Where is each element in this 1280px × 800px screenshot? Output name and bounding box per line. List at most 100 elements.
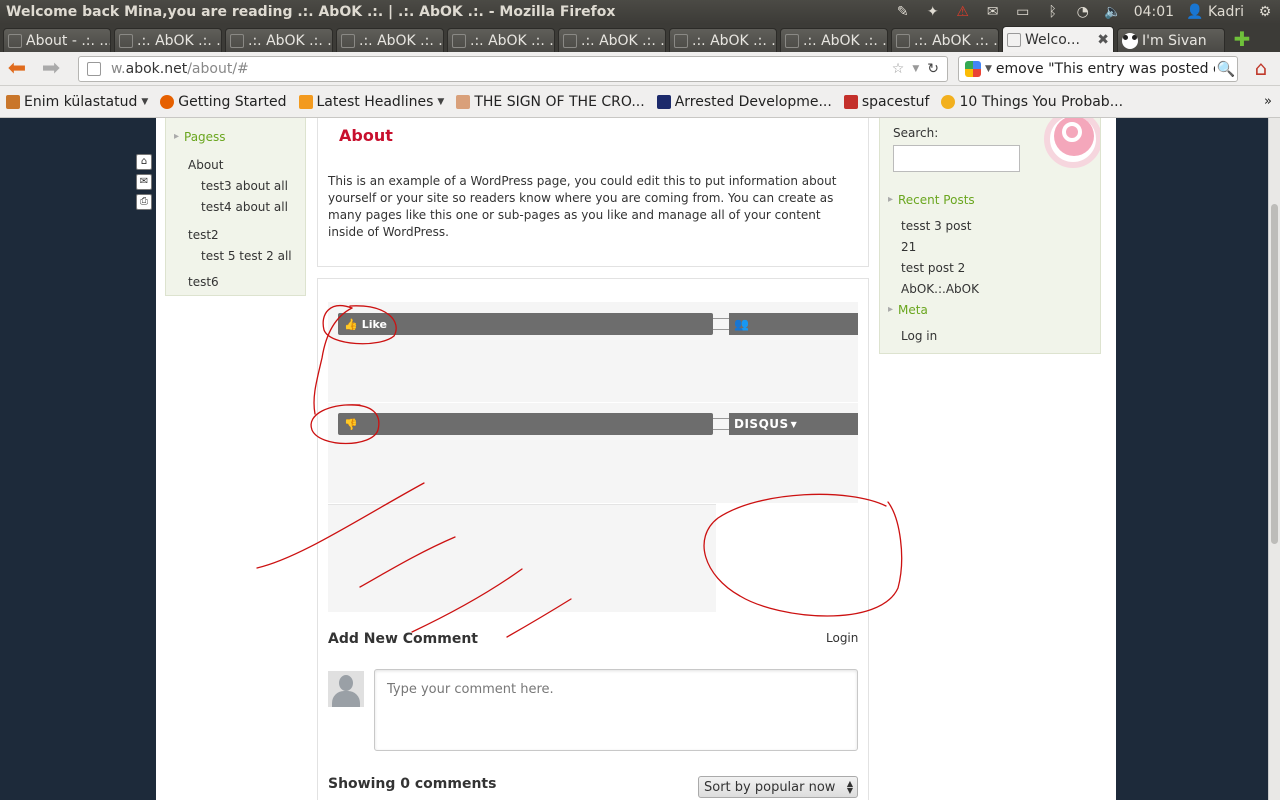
mail-icon[interactable]: ✉ bbox=[984, 4, 1002, 20]
bookmarks-overflow-button[interactable]: » bbox=[1264, 94, 1272, 109]
tab-label: .:. AbOK .:. ... bbox=[470, 32, 555, 49]
search-icon[interactable]: 🔍 bbox=[1215, 58, 1237, 80]
tab[interactable]: .:. AbOK .:. ... bbox=[447, 28, 555, 52]
community-button[interactable]: 👥 bbox=[729, 313, 858, 335]
magnifier-icon bbox=[1062, 122, 1082, 142]
page-icon bbox=[563, 33, 577, 48]
tab[interactable]: .:. AbOK .:. ... bbox=[780, 28, 888, 52]
url-prefix: w. bbox=[111, 61, 126, 77]
meta-heading: Meta bbox=[888, 303, 928, 317]
gear-icon[interactable]: ⚙ bbox=[1256, 4, 1274, 20]
url-path: /about/# bbox=[187, 61, 249, 77]
bookmark-item[interactable]: spacestuf bbox=[843, 94, 929, 110]
user-name: Kadri bbox=[1207, 4, 1244, 20]
scrollbar-thumb[interactable] bbox=[1271, 204, 1278, 544]
tab[interactable]: .:. AbOK .:. ... bbox=[558, 28, 666, 52]
site-identity-icon[interactable] bbox=[87, 62, 101, 76]
page-link-test6[interactable]: test6 bbox=[166, 275, 305, 289]
page-link-test2[interactable]: test2 bbox=[166, 228, 305, 242]
notes-icon[interactable]: ✎ bbox=[894, 4, 912, 20]
new-tab-button[interactable]: ✚ bbox=[1230, 27, 1254, 51]
tab-label: .:. AbOK .:. ... bbox=[692, 32, 777, 49]
bookmark-item[interactable]: Arrested Developme... bbox=[656, 93, 832, 110]
dislike-button[interactable]: 👎 bbox=[338, 413, 713, 435]
page-link-test4[interactable]: test4 about all bbox=[166, 200, 305, 214]
print-icon[interactable]: ⎙ bbox=[136, 194, 152, 210]
page-content: ⌂ ✉ ⎙ Pagess About test3 about all test4… bbox=[136, 118, 1116, 800]
home-icon[interactable]: ⌂ bbox=[136, 154, 152, 170]
tab[interactable]: About - .:. ... bbox=[3, 28, 111, 52]
volume-icon[interactable]: 🔈 bbox=[1104, 4, 1122, 20]
search-input[interactable]: emove "This entry was posted on" bbox=[996, 61, 1215, 77]
tab-strip: About - .:. ... .:. AbOK .:. ... .:. AbO… bbox=[0, 24, 1280, 52]
bluetooth-icon[interactable]: ᛒ bbox=[1044, 4, 1062, 20]
bookmark-label: Arrested Developme... bbox=[674, 93, 832, 110]
email-icon[interactable]: ✉ bbox=[136, 174, 152, 190]
thumbs-down-icon: 👎 bbox=[344, 417, 358, 431]
disqus-menu-button[interactable]: DISQUS ▼ bbox=[729, 413, 858, 435]
dropbox-icon[interactable]: ✦ bbox=[924, 4, 942, 20]
recent-post-link[interactable]: AbOK.:.AbOK bbox=[901, 282, 979, 296]
home-button[interactable]: ⌂ bbox=[1249, 56, 1273, 80]
page-icon bbox=[785, 33, 799, 48]
warning-icon[interactable]: ⚠ bbox=[954, 4, 972, 20]
login-link[interactable]: Log in bbox=[901, 329, 937, 343]
bookmark-item[interactable]: THE SIGN OF THE CRO... bbox=[456, 94, 645, 110]
page-icon bbox=[8, 33, 22, 48]
tab-active[interactable]: Welco... ✖ bbox=[1002, 26, 1114, 52]
window-title: Welcome back Mina,you are reading .:. Ab… bbox=[6, 4, 616, 20]
navigation-toolbar: ⬅ ➡ w.abok.net/about/# ☆ ▼ ↻ ▼ emove "Th… bbox=[0, 52, 1280, 86]
bookmark-item[interactable]: Enim külastatud ▼ bbox=[6, 94, 148, 110]
history-dropdown-icon[interactable]: ▼ bbox=[912, 64, 919, 74]
page-title: About bbox=[339, 126, 393, 145]
url-bar[interactable]: w.abok.net/about/# ☆ ▼ ↻ bbox=[78, 56, 948, 82]
tab[interactable]: .:. AbOK .:. ... bbox=[114, 28, 222, 52]
site-favicon bbox=[456, 94, 471, 109]
recent-post-link[interactable]: tesst 3 post bbox=[901, 219, 971, 233]
sidebar-search-input[interactable] bbox=[893, 145, 1020, 172]
firefox-icon bbox=[160, 94, 175, 109]
disqus-comments: 👍 Like 👥 👎 DISQUS ▼ Add New Comment Logi… bbox=[317, 278, 869, 800]
share-tools: ⌂ ✉ ⎙ bbox=[136, 154, 152, 214]
tab[interactable]: .:. AbOK .:. ... bbox=[891, 28, 999, 52]
search-bar[interactable]: ▼ emove "This entry was posted on" 🔍 bbox=[958, 56, 1238, 82]
bookmark-item[interactable]: 10 Things You Probab... bbox=[941, 94, 1123, 110]
bookmark-item[interactable]: Latest Headlines ▼ bbox=[298, 93, 444, 110]
close-tab-icon[interactable]: ✖ bbox=[1097, 32, 1109, 48]
forward-button[interactable]: ➡ bbox=[34, 54, 68, 84]
sort-select[interactable]: Sort by popular now ▲ ▼ bbox=[698, 776, 858, 798]
back-button[interactable]: ⬅ bbox=[0, 54, 34, 84]
article: About This is an example of a WordPress … bbox=[317, 118, 869, 267]
clock[interactable]: 04:01 bbox=[1134, 4, 1174, 20]
tab[interactable]: .:. AbOK .:. ... bbox=[225, 28, 333, 52]
chrome-icon bbox=[941, 94, 956, 109]
tab-label: .:. AbOK .:. ... bbox=[137, 32, 222, 49]
page-icon bbox=[452, 33, 466, 48]
page-link-test5[interactable]: test 5 test 2 all bbox=[166, 249, 305, 263]
vertical-scrollbar[interactable] bbox=[1268, 118, 1280, 800]
login-link[interactable]: Login bbox=[826, 631, 858, 645]
tab[interactable]: .:. AbOK .:. ... bbox=[669, 28, 777, 52]
avatar bbox=[328, 671, 364, 707]
url-text[interactable]: w.abok.net/about/# bbox=[111, 61, 892, 77]
tab[interactable]: I'm Sivan bbox=[1117, 28, 1225, 52]
battery-icon[interactable]: ▭ bbox=[1014, 4, 1032, 20]
comment-input[interactable] bbox=[374, 669, 858, 751]
user-menu[interactable]: 👤 Kadri bbox=[1186, 4, 1244, 20]
recent-post-link[interactable]: 21 bbox=[901, 240, 916, 254]
youtube-icon bbox=[843, 94, 858, 109]
search-engine-dropdown-icon[interactable]: ▼ bbox=[985, 64, 992, 74]
page-link-about[interactable]: About bbox=[166, 158, 305, 172]
google-icon[interactable] bbox=[965, 61, 981, 77]
page-link-test3[interactable]: test3 about all bbox=[166, 179, 305, 193]
reload-icon[interactable]: ↻ bbox=[927, 61, 939, 77]
like-button[interactable]: 👍 Like bbox=[338, 313, 713, 335]
select-arrows-icon: ▲ ▼ bbox=[846, 779, 853, 795]
tab[interactable]: .:. AbOK .:. ... bbox=[336, 28, 444, 52]
wifi-icon[interactable]: ◔ bbox=[1074, 4, 1092, 20]
bookmark-star-icon[interactable]: ☆ bbox=[892, 61, 905, 77]
panda-icon bbox=[1122, 32, 1138, 49]
bookmark-label: Latest Headlines bbox=[316, 93, 434, 110]
recent-post-link[interactable]: test post 2 bbox=[901, 261, 965, 275]
bookmark-item[interactable]: Getting Started bbox=[160, 94, 287, 110]
